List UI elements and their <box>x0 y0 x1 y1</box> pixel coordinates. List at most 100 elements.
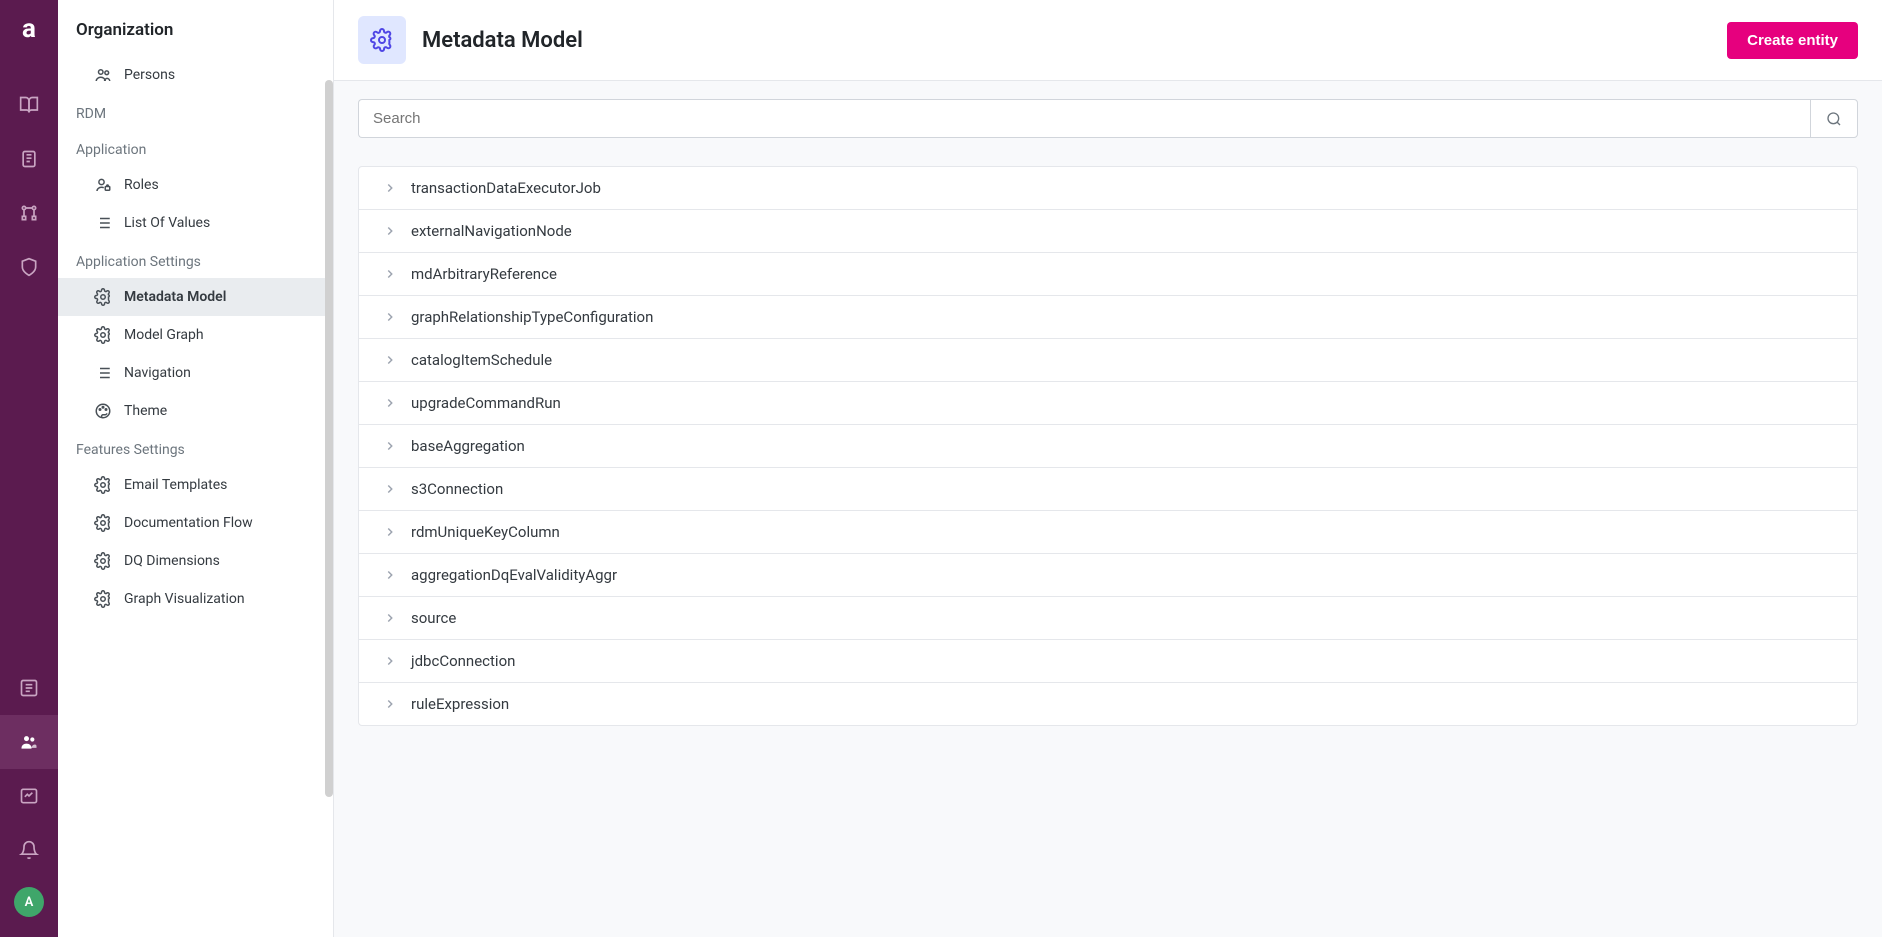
entity-row[interactable]: externalNavigationNode <box>359 210 1857 253</box>
sidebar-item-graph-visualization[interactable]: Graph Visualization <box>58 580 333 618</box>
workflow-icon <box>19 203 39 223</box>
sidebar-item-documentation-flow[interactable]: Documentation Flow <box>58 504 333 542</box>
sidebar-item-email-templates[interactable]: Email Templates <box>58 466 333 504</box>
main-body: transactionDataExecutorJob externalNaviga… <box>334 81 1882 937</box>
sidebar-item-persons[interactable]: Persons <box>58 56 333 94</box>
rail-item-clipboard[interactable] <box>0 132 58 186</box>
clipboard-icon <box>19 149 39 169</box>
sidebar-item-model-graph[interactable]: Model Graph <box>58 316 333 354</box>
sidebar-item-label: Email Templates <box>124 477 227 493</box>
users-icon <box>94 66 112 84</box>
rail-item-book[interactable] <box>0 78 58 132</box>
sidebar-item-label: Theme <box>124 403 167 419</box>
sidebar-item-label: Roles <box>124 177 159 193</box>
app-root: a <box>0 0 1882 937</box>
chevron-right-icon <box>383 396 397 410</box>
search-button[interactable] <box>1810 99 1858 138</box>
page-title: Metadata Model <box>422 28 583 53</box>
sidebar-item-label: Graph Visualization <box>124 591 245 607</box>
sidebar-scrollbar[interactable] <box>325 80 333 797</box>
entity-row[interactable]: transactionDataExecutorJob <box>359 167 1857 210</box>
gear-icon <box>94 514 112 532</box>
activity-icon <box>19 786 39 806</box>
chevron-right-icon <box>383 611 397 625</box>
chevron-right-icon <box>383 353 397 367</box>
entity-row[interactable]: ruleExpression <box>359 683 1857 725</box>
sidebar-item-list-of-values[interactable]: List Of Values <box>58 204 333 242</box>
entity-name: aggregationDqEvalValidityAggr <box>411 566 617 584</box>
entity-row[interactable]: source <box>359 597 1857 640</box>
sidebar-item-label: Model Graph <box>124 327 204 343</box>
entity-name: baseAggregation <box>411 437 525 455</box>
create-entity-button[interactable]: Create entity <box>1727 22 1858 59</box>
list-icon <box>94 364 112 382</box>
main: Metadata Model Create entity transaction… <box>334 0 1882 937</box>
user-avatar[interactable]: A <box>14 887 44 917</box>
chevron-right-icon <box>383 568 397 582</box>
sidebar-item-label: DQ Dimensions <box>124 553 220 569</box>
icon-rail: a <box>0 0 58 937</box>
rail-item-monitor[interactable] <box>0 769 58 823</box>
entity-row[interactable]: rdmUniqueKeyColumn <box>359 511 1857 554</box>
entity-row[interactable]: upgradeCommandRun <box>359 382 1857 425</box>
sidebar-item-theme[interactable]: Theme <box>58 392 333 430</box>
chevron-right-icon <box>383 525 397 539</box>
rail-item-bell[interactable] <box>0 823 58 877</box>
gear-icon <box>94 326 112 344</box>
entity-row[interactable]: jdbcConnection <box>359 640 1857 683</box>
sidebar-item-dq-dimensions[interactable]: DQ Dimensions <box>58 542 333 580</box>
sidebar-section-label: Application <box>58 130 333 166</box>
gear-icon <box>94 552 112 570</box>
entity-row[interactable]: aggregationDqEvalValidityAggr <box>359 554 1857 597</box>
entity-row[interactable]: catalogItemSchedule <box>359 339 1857 382</box>
entity-row[interactable]: s3Connection <box>359 468 1857 511</box>
main-header: Metadata Model Create entity <box>334 0 1882 81</box>
search-row <box>358 99 1858 138</box>
rail-item-users[interactable] <box>0 715 58 769</box>
entity-name: mdArbitraryReference <box>411 265 557 283</box>
sidebar-item-label: Navigation <box>124 365 191 381</box>
sidebar-item-label: Persons <box>124 67 175 83</box>
users-icon <box>19 732 39 752</box>
search-input[interactable] <box>358 99 1810 138</box>
bell-icon <box>19 840 39 860</box>
shield-icon <box>19 257 39 277</box>
entity-name: upgradeCommandRun <box>411 394 561 412</box>
entity-name: catalogItemSchedule <box>411 351 552 369</box>
list-square-icon <box>19 678 39 698</box>
sidebar-body: Persons RDMApplication Roles List Of Values… <box>58 56 333 937</box>
entity-row[interactable]: mdArbitraryReference <box>359 253 1857 296</box>
entity-name: graphRelationshipTypeConfiguration <box>411 308 653 326</box>
sidebar-item-navigation[interactable]: Navigation <box>58 354 333 392</box>
chevron-right-icon <box>383 267 397 281</box>
app-logo[interactable]: a <box>0 0 58 58</box>
entity-name: s3Connection <box>411 480 503 498</box>
entity-row[interactable]: baseAggregation <box>359 425 1857 468</box>
sidebar-item-metadata-model[interactable]: Metadata Model <box>58 278 333 316</box>
chevron-right-icon <box>383 310 397 324</box>
gear-icon <box>94 288 112 306</box>
sidebar-section-label: Application Settings <box>58 242 333 278</box>
chevron-right-icon <box>383 697 397 711</box>
search-icon <box>1826 111 1842 127</box>
rail-item-workflow[interactable] <box>0 186 58 240</box>
user-lock-icon <box>94 176 112 194</box>
sidebar-section-label: RDM <box>58 94 333 130</box>
page-title-icon <box>358 16 406 64</box>
sidebar-item-label: Documentation Flow <box>124 515 253 531</box>
entity-row[interactable]: graphRelationshipTypeConfiguration <box>359 296 1857 339</box>
sidebar-title: Organization <box>58 0 333 56</box>
chevron-right-icon <box>383 654 397 668</box>
sidebar-item-roles[interactable]: Roles <box>58 166 333 204</box>
sidebar: Organization Persons RDMApplication Roles L… <box>58 0 334 937</box>
entity-name: transactionDataExecutorJob <box>411 179 601 197</box>
gear-icon <box>370 28 394 52</box>
chevron-right-icon <box>383 224 397 238</box>
rail-item-shield[interactable] <box>0 240 58 294</box>
rail-item-list[interactable] <box>0 661 58 715</box>
gear-icon <box>94 476 112 494</box>
entity-list: transactionDataExecutorJob externalNaviga… <box>358 166 1858 726</box>
title-wrap: Metadata Model <box>358 16 583 64</box>
sidebar-section-label: Features Settings <box>58 430 333 466</box>
palette-icon <box>94 402 112 420</box>
